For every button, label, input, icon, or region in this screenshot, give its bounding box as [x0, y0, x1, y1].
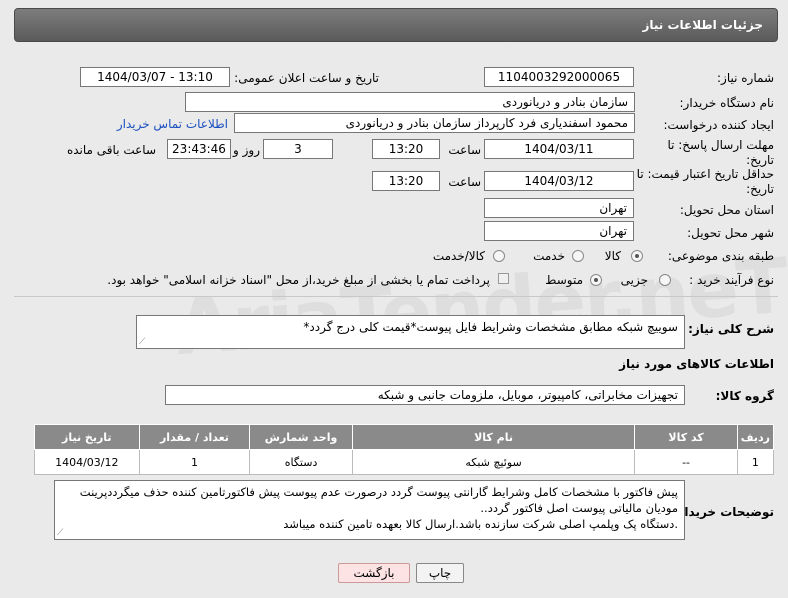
category-service-radio[interactable]	[572, 250, 584, 262]
buyer-notes-label: توضیحات خریدار:	[672, 505, 774, 519]
cell-item-name: سوئیچ شبکه	[351, 449, 636, 475]
response-deadline-label: مهلت ارسال پاسخ: تا تاریخ:	[667, 138, 774, 167]
buyer-contact-link[interactable]: اطلاعات تماس خریدار	[117, 117, 228, 131]
response-time-label: ساعت	[448, 143, 481, 157]
category-goods-label: کالا	[604, 249, 621, 263]
delivery-city-field: تهران	[484, 221, 634, 241]
goods-section-title: اطلاعات کالاهای مورد نیاز	[619, 357, 774, 371]
response-days-label: روز و	[233, 143, 260, 157]
announce-datetime-label: تاریخ و ساعت اعلان عمومی:	[234, 71, 379, 85]
price-validity-time-field: 13:20	[372, 171, 440, 191]
response-date-field: 1404/03/11	[484, 139, 634, 159]
table-row[interactable]: 1 -- سوئیچ شبکه دستگاه 1 1404/03/12	[34, 449, 775, 475]
response-time-field: 13:20	[372, 139, 440, 159]
category-service-label: خدمت	[533, 249, 565, 263]
col-header-need-date: تاریخ نیاز	[34, 424, 140, 450]
category-goods-radio[interactable]	[631, 250, 643, 262]
page-header: جزئیات اطلاعات نیاز	[14, 8, 778, 42]
col-header-item-name: نام کالا	[351, 424, 636, 450]
treasury-bonds-checkbox[interactable]	[498, 273, 509, 284]
remaining-time-label: ساعت باقی مانده	[66, 143, 156, 157]
resize-grip-icon[interactable]: ⟋	[57, 529, 63, 538]
buyer-notes-field: پیش فاکتور با مشخصات کامل وشرایط گارانتی…	[54, 480, 685, 540]
col-header-item-code: کد کالا	[634, 424, 738, 450]
table-header-row: ردیف کد کالا نام کالا واحد شمارش تعداد /…	[34, 424, 775, 450]
description-text: سوییچ شبکه مطابق مشخصات وشرایط فایل پیوس…	[303, 320, 678, 334]
purchase-medium-radio[interactable]	[590, 274, 602, 286]
cell-item-code: --	[634, 449, 738, 475]
category-goods-service-radio[interactable]	[493, 250, 505, 262]
announce-datetime-field: 1404/03/07 - 13:10	[80, 67, 230, 87]
cell-row-number: 1	[736, 449, 775, 475]
print-button[interactable]: چاپ	[416, 563, 464, 583]
col-header-quantity: تعداد / مقدار	[138, 424, 251, 450]
requester-label: ایجاد کننده درخواست:	[663, 118, 774, 132]
delivery-province-label: استان محل تحویل:	[679, 203, 774, 217]
buyer-notes-line-2: مودیان مالیاتی پیوست اصل فاکتور گردد..	[480, 501, 678, 515]
cell-unit: دستگاه	[249, 449, 353, 475]
goods-group-field: تجهیزات مخابراتی، کامپیوتر، موبایل، ملزو…	[165, 385, 685, 405]
goods-group-label: گروه کالا:	[715, 389, 774, 403]
description-label: شرح کلی نیاز:	[688, 322, 774, 336]
buyer-org-field: سازمان بنادر و دریانوردی	[185, 92, 635, 112]
category-goods-service-label: کالا/خدمت	[432, 249, 485, 263]
divider	[14, 296, 778, 297]
need-number-field: 1104003292000065	[484, 67, 634, 87]
purchase-medium-label: متوسط	[545, 273, 583, 287]
buyer-notes-line-1: پیش فاکتور با مشخصات کامل وشرایط گارانتی…	[79, 485, 678, 499]
treasury-bonds-note: پرداخت تمام یا بخشی از مبلغ خرید،از محل …	[107, 273, 490, 287]
response-days-field: 3	[263, 139, 333, 159]
price-validity-label: حداقل تاریخ اعتبار قیمت: تا تاریخ:	[636, 167, 774, 196]
price-validity-date-field: 1404/03/12	[484, 171, 634, 191]
description-field: سوییچ شبکه مطابق مشخصات وشرایط فایل پیوس…	[136, 315, 685, 349]
items-table: ردیف کد کالا نام کالا واحد شمارش تعداد /…	[34, 424, 775, 475]
remaining-time-field: 23:43:46	[167, 139, 231, 159]
need-number-label: شماره نیاز:	[717, 71, 774, 85]
price-validity-time-label: ساعت	[448, 175, 481, 189]
back-button[interactable]: بازگشت	[338, 563, 410, 583]
buyer-notes-line-3: .دستگاه پک وپلمپ اصلی شرکت سازنده باشد.ا…	[283, 517, 678, 531]
delivery-city-label: شهر محل تحویل:	[687, 226, 774, 240]
purchase-small-label: جزیی	[620, 273, 648, 287]
purchase-small-radio[interactable]	[659, 274, 671, 286]
delivery-province-field: تهران	[484, 198, 634, 218]
purchase-type-label: نوع فرآیند خرید :	[689, 273, 774, 287]
cell-quantity: 1	[138, 449, 251, 475]
buyer-org-label: نام دستگاه خریدار:	[679, 96, 775, 110]
requester-field: محمود اسفندیاری فرد کارپرداز سازمان بناد…	[234, 113, 635, 133]
col-header-unit: واحد شمارش	[249, 424, 353, 450]
items-table-wrapper: ردیف کد کالا نام کالا واحد شمارش تعداد /…	[34, 424, 775, 475]
col-header-row-number: ردیف	[736, 424, 775, 450]
category-label: طبقه بندی موضوعی:	[667, 249, 774, 263]
page-title: جزئیات اطلاعات نیاز	[642, 18, 763, 32]
cell-need-date: 1404/03/12	[34, 449, 140, 475]
resize-grip-icon[interactable]: ⟋	[139, 338, 145, 347]
